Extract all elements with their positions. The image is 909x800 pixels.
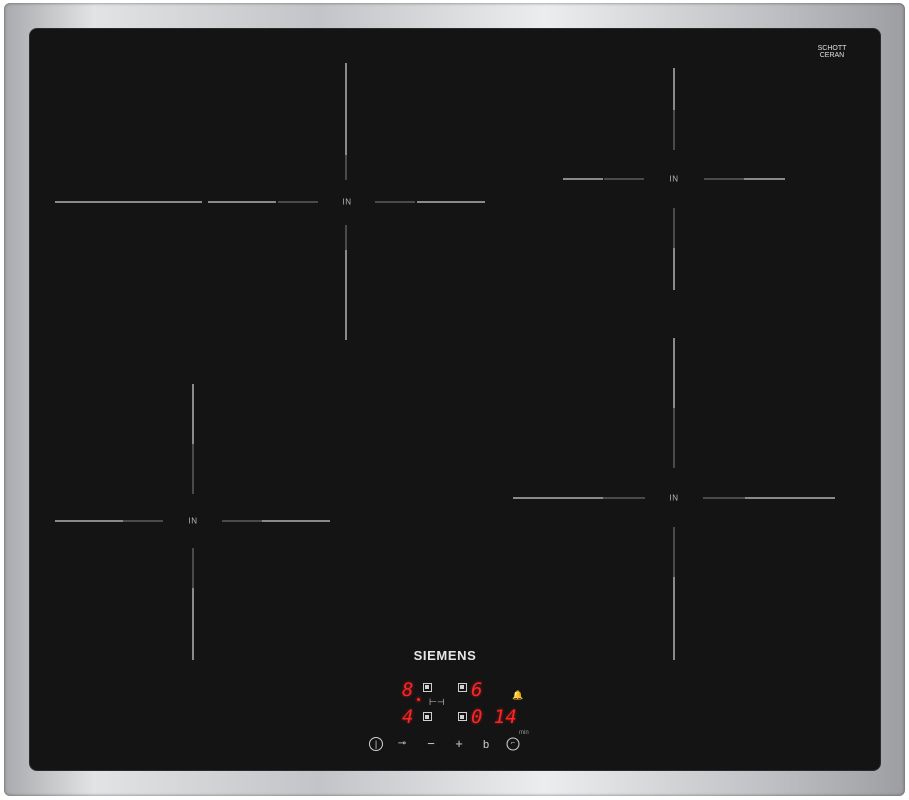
zone-marking <box>673 527 675 577</box>
zone-marking <box>345 250 347 340</box>
bridge-icon[interactable]: ⊢⊣ <box>429 697 445 708</box>
zone-select-icon-front-left[interactable] <box>423 712 432 721</box>
key-icon[interactable]: ⊸ <box>398 737 406 751</box>
zone-marking <box>745 497 835 499</box>
zone-marking <box>123 520 163 522</box>
front-left-level: 8 <box>402 679 414 701</box>
zone-marking <box>513 497 603 499</box>
zone-label: IN <box>188 516 198 526</box>
zone-label: IN <box>669 174 679 184</box>
zone-marking <box>55 520 123 522</box>
zone-marking <box>417 201 485 203</box>
zone-marking <box>744 178 785 180</box>
power-icon[interactable]: | <box>369 737 383 751</box>
zone-marking <box>345 225 347 250</box>
zone-marking <box>673 208 675 248</box>
zone-select-icon-front-right[interactable] <box>458 712 467 721</box>
zone-marking <box>604 178 644 180</box>
clock-icon[interactable]: ⌐ <box>506 737 520 751</box>
timer-unit: min <box>519 730 529 736</box>
bell-icon[interactable]: 🔔 <box>512 690 523 701</box>
zone-marking <box>278 201 318 203</box>
zone-marking <box>703 497 745 499</box>
zone-marking <box>55 201 202 203</box>
zone-marking <box>192 384 194 444</box>
zone-marking <box>345 155 347 180</box>
zone-marking <box>192 444 194 494</box>
brand-logo: SIEMENS <box>413 648 477 663</box>
zone-marking <box>673 110 675 150</box>
boost-button[interactable]: b <box>483 738 489 752</box>
zone-marking <box>375 201 415 203</box>
zone-marking <box>673 408 675 468</box>
timer-display: 0 14 <box>471 706 517 728</box>
zone-marking <box>673 248 675 290</box>
zone-marking <box>603 497 645 499</box>
zone-label: IN <box>669 493 679 503</box>
front-right-level: 4 <box>402 706 414 728</box>
zone-marking <box>673 68 675 110</box>
plus-button[interactable]: + <box>455 737 463 751</box>
zone-label: IN <box>342 197 352 207</box>
zone-marking <box>345 63 347 155</box>
schott-ceran-logo: SCHOTT CERAN <box>817 45 847 59</box>
zone-marking <box>208 201 276 203</box>
zone-marking <box>262 520 330 522</box>
zone-marking <box>704 178 744 180</box>
zone-marking <box>563 178 603 180</box>
zone-marking <box>192 548 194 588</box>
minus-button[interactable]: − <box>427 737 435 751</box>
zone-marking <box>673 338 675 408</box>
zone-select-icon-rear-left[interactable] <box>423 683 432 692</box>
level-indicator-dot <box>417 698 420 701</box>
rear-left-level: 6 <box>471 679 483 701</box>
zone-select-icon-rear-right[interactable] <box>458 683 467 692</box>
zone-marking <box>673 577 675 660</box>
zone-marking <box>192 588 194 660</box>
zone-marking <box>222 520 262 522</box>
